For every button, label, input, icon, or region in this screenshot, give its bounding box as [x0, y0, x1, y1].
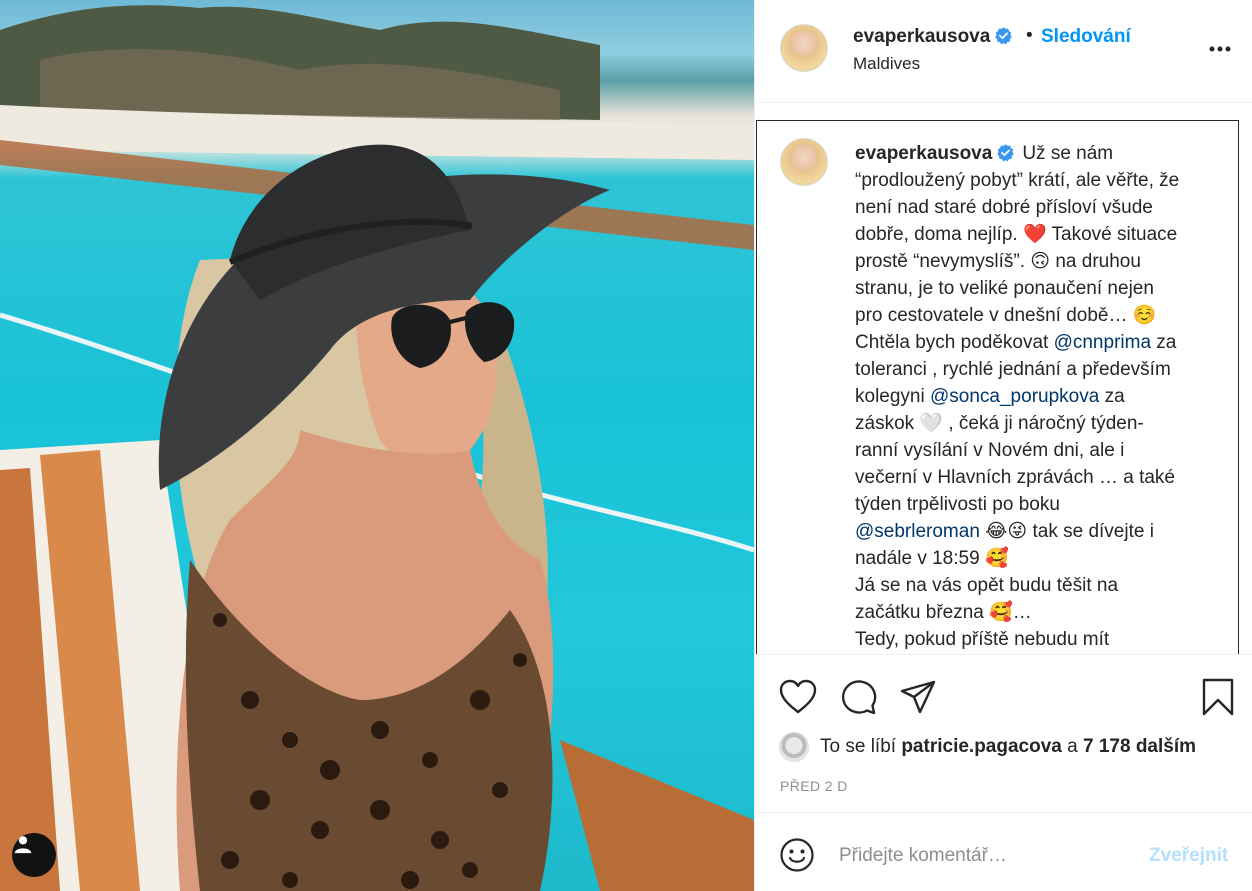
author-username[interactable]: evaperkausova [853, 26, 1013, 48]
caption-line: stranu, je to veliké ponaučení nejen [855, 278, 1154, 299]
caption-line: Já se na vás opět budu těšit na [855, 575, 1118, 596]
user-tag-icon[interactable] [12, 833, 56, 877]
caption-line: prostě “nevymyslíš”. 🙃 na druhou [855, 251, 1141, 272]
caption-text: stranu, je to veliké ponaučení nejen [855, 278, 1154, 299]
caption-text: Chtěla bych poděkovat [855, 332, 1054, 353]
caption-text: Tedy, pokud příště nebudu mít [855, 629, 1110, 650]
caption-line: Tedy, pokud příště nebudu mít [855, 629, 1109, 650]
post-timestamp[interactable]: PŘED 2 D [780, 778, 848, 794]
caption-text: večerní v Hlavních zprávách … a také [855, 467, 1175, 488]
caption-line: záskok 🤍 , čeká ji náročný týden- [855, 413, 1144, 434]
caption-text: pro cestovatele v dnešní době… ☺️ [855, 305, 1157, 326]
author-username-text[interactable]: evaperkausova [853, 26, 990, 47]
caption-line: “prodloužený pobyt” krátí, ale věřte, že [855, 170, 1179, 191]
caption-text: kolegyni [855, 386, 930, 407]
caption-mention-link[interactable]: @sonca_porupkova [930, 386, 1099, 407]
caption-line: Už se nám [1022, 143, 1113, 164]
liker-avatar[interactable] [779, 732, 809, 762]
likes-joiner: a [1067, 736, 1078, 757]
caption-text: za [1099, 386, 1125, 407]
caption-author-avatar[interactable] [780, 138, 828, 186]
comment-input[interactable] [839, 839, 1129, 873]
caption-author-username[interactable]: evaperkausova [855, 143, 992, 164]
caption-line: toleranci , rychlé jednání a především [855, 359, 1171, 380]
caption-line: kolegyni @sonca_porupkova za [855, 386, 1125, 407]
publish-comment-button[interactable]: Zveřejnit [1149, 845, 1228, 867]
caption-line: večerní v Hlavních zprávách … a také [855, 467, 1175, 488]
caption-line: nadále v 18:59 🥰 [855, 548, 1009, 569]
likes-others-count[interactable]: 7 178 dalším [1083, 736, 1196, 758]
bookmark-icon[interactable] [1198, 677, 1238, 717]
caption-text: 😂😜 tak se dívejte i [979, 521, 1154, 542]
caption-line: ranní vysílání v Novém dni, ale i [855, 440, 1124, 461]
photo-illustration [0, 5, 754, 891]
caption-line: týden trpělivosti po boku [855, 494, 1060, 515]
following-button[interactable]: Sledování [1041, 26, 1131, 48]
caption-text: za [1151, 332, 1177, 353]
caption-text: ranní vysílání v Novém dni, ale i [855, 440, 1125, 461]
likes-summary[interactable]: To se líbí patricie.pagacova a 7 178 dal… [779, 730, 1196, 764]
caption-text: Už se nám [1022, 143, 1114, 164]
caption-text: dobře, doma nejlíp. ❤️ Takové situace [855, 224, 1178, 245]
caption-line: začátku března 🥰… [855, 602, 1032, 623]
caption-text: týden trpělivosti po boku [855, 494, 1060, 515]
smiley-icon[interactable] [779, 837, 815, 873]
caption-text: nadále v 18:59 🥰 [855, 548, 1009, 569]
caption-line: není nad staré dobré přísloví všude [855, 197, 1153, 218]
caption-line: pro cestovatele v dnešní době… ☺️ [855, 305, 1156, 326]
caption-text: začátku března 🥰… [855, 602, 1032, 623]
caption-text: “prodloužený pobyt” krátí, ale věřte, že [855, 170, 1180, 191]
post-header: evaperkausova • Sledování Maldives [755, 0, 1252, 103]
caption-line: dobře, doma nejlíp. ❤️ Takové situace [855, 224, 1177, 245]
caption-mention-link[interactable]: @sebrleroman [855, 521, 980, 542]
caption-text: Já se na vás opět budu těšit na [855, 575, 1119, 596]
post-location[interactable]: Maldives [853, 54, 920, 74]
comments-scroll-area[interactable]: evaperkausova Už se nám “prodloužený pobyt… [756, 120, 1239, 654]
caption-line: @sebrleroman 😂😜 tak se dívejte i [855, 521, 1154, 542]
paper-plane-icon[interactable] [898, 677, 938, 717]
caption-text: není nad staré dobré přísloví všude [855, 197, 1153, 218]
more-options-icon[interactable] [1207, 38, 1233, 60]
action-bar [755, 655, 1252, 737]
caption-text: toleranci , rychlé jednání a především [855, 359, 1171, 380]
post-side-panel: evaperkausova • Sledování Maldives evape… [754, 0, 1252, 891]
caption-mention-link[interactable]: @cnnprima [1054, 332, 1151, 353]
comment-icon[interactable] [838, 677, 878, 717]
verified-badge-icon [995, 27, 1013, 45]
author-avatar[interactable] [780, 24, 828, 72]
header-separator: • [1026, 25, 1033, 46]
post-photo[interactable] [0, 0, 754, 891]
post-caption: evaperkausova Už se nám “prodloužený pobyt… [855, 140, 1220, 653]
verified-badge-icon [997, 144, 1015, 162]
caption-text: prostě “nevymyslíš”. 🙃 na druhou [855, 251, 1141, 272]
liker-username[interactable]: patricie.pagacova [901, 736, 1062, 758]
caption-line: Chtěla bych poděkovat @cnnprima za [855, 332, 1176, 353]
likes-prefix: To se líbí [820, 736, 897, 757]
caption-text: záskok 🤍 , čeká ji náročný týden- [855, 413, 1144, 434]
heart-icon[interactable] [778, 677, 818, 717]
add-comment-bar: Zveřejnit [755, 812, 1252, 891]
